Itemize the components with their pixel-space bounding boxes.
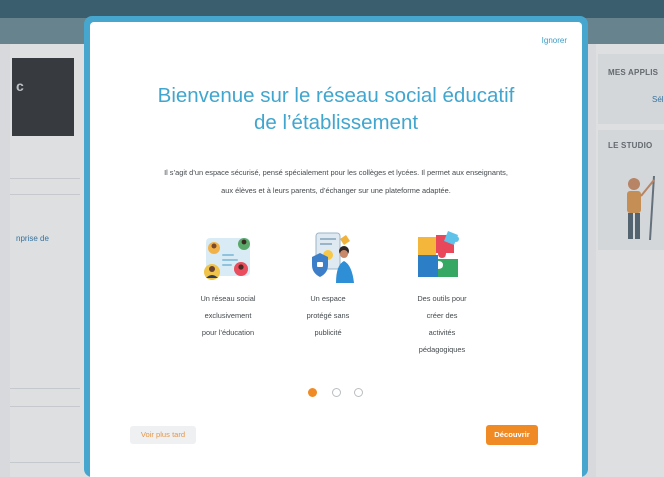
feature-label-line: pédagogiques (418, 345, 466, 354)
pagination-dots (308, 388, 368, 400)
feature-label-line: exclusivement (204, 311, 252, 320)
feature-label-line: Des outils pour (417, 294, 467, 303)
feature-label-line: protégé sans (306, 311, 350, 320)
protected-space-icon (312, 232, 354, 283)
feature-label-social: Un réseau social exclusivement pour l’éd… (183, 290, 273, 341)
social-network-icon (204, 238, 250, 280)
feature-label-line: publicité (314, 328, 342, 337)
feature-label-line: Un espace (310, 294, 346, 303)
feature-label-line: activités (428, 328, 456, 337)
feature-label-line: Un réseau social (200, 294, 256, 303)
pagination-dot-3[interactable] (354, 388, 363, 397)
feature-label-line: créer des (426, 311, 458, 320)
feature-label-protected: Un espace protégé sans publicité (283, 290, 373, 341)
pagination-dot-1[interactable] (308, 388, 317, 397)
discover-button[interactable]: Découvrir (486, 425, 538, 445)
feature-label-tools: Des outils pour créer des activités péda… (397, 290, 487, 358)
features-list: Un réseau social exclusivement pour l’éd… (90, 22, 582, 477)
see-later-button[interactable]: Voir plus tard (130, 426, 196, 444)
pagination-dot-2[interactable] (332, 388, 341, 397)
feature-label-line: pour l’éducation (201, 328, 255, 337)
puzzle-tools-icon (418, 231, 459, 277)
welcome-modal: Ignorer Bienvenue sur le réseau social é… (90, 22, 582, 477)
